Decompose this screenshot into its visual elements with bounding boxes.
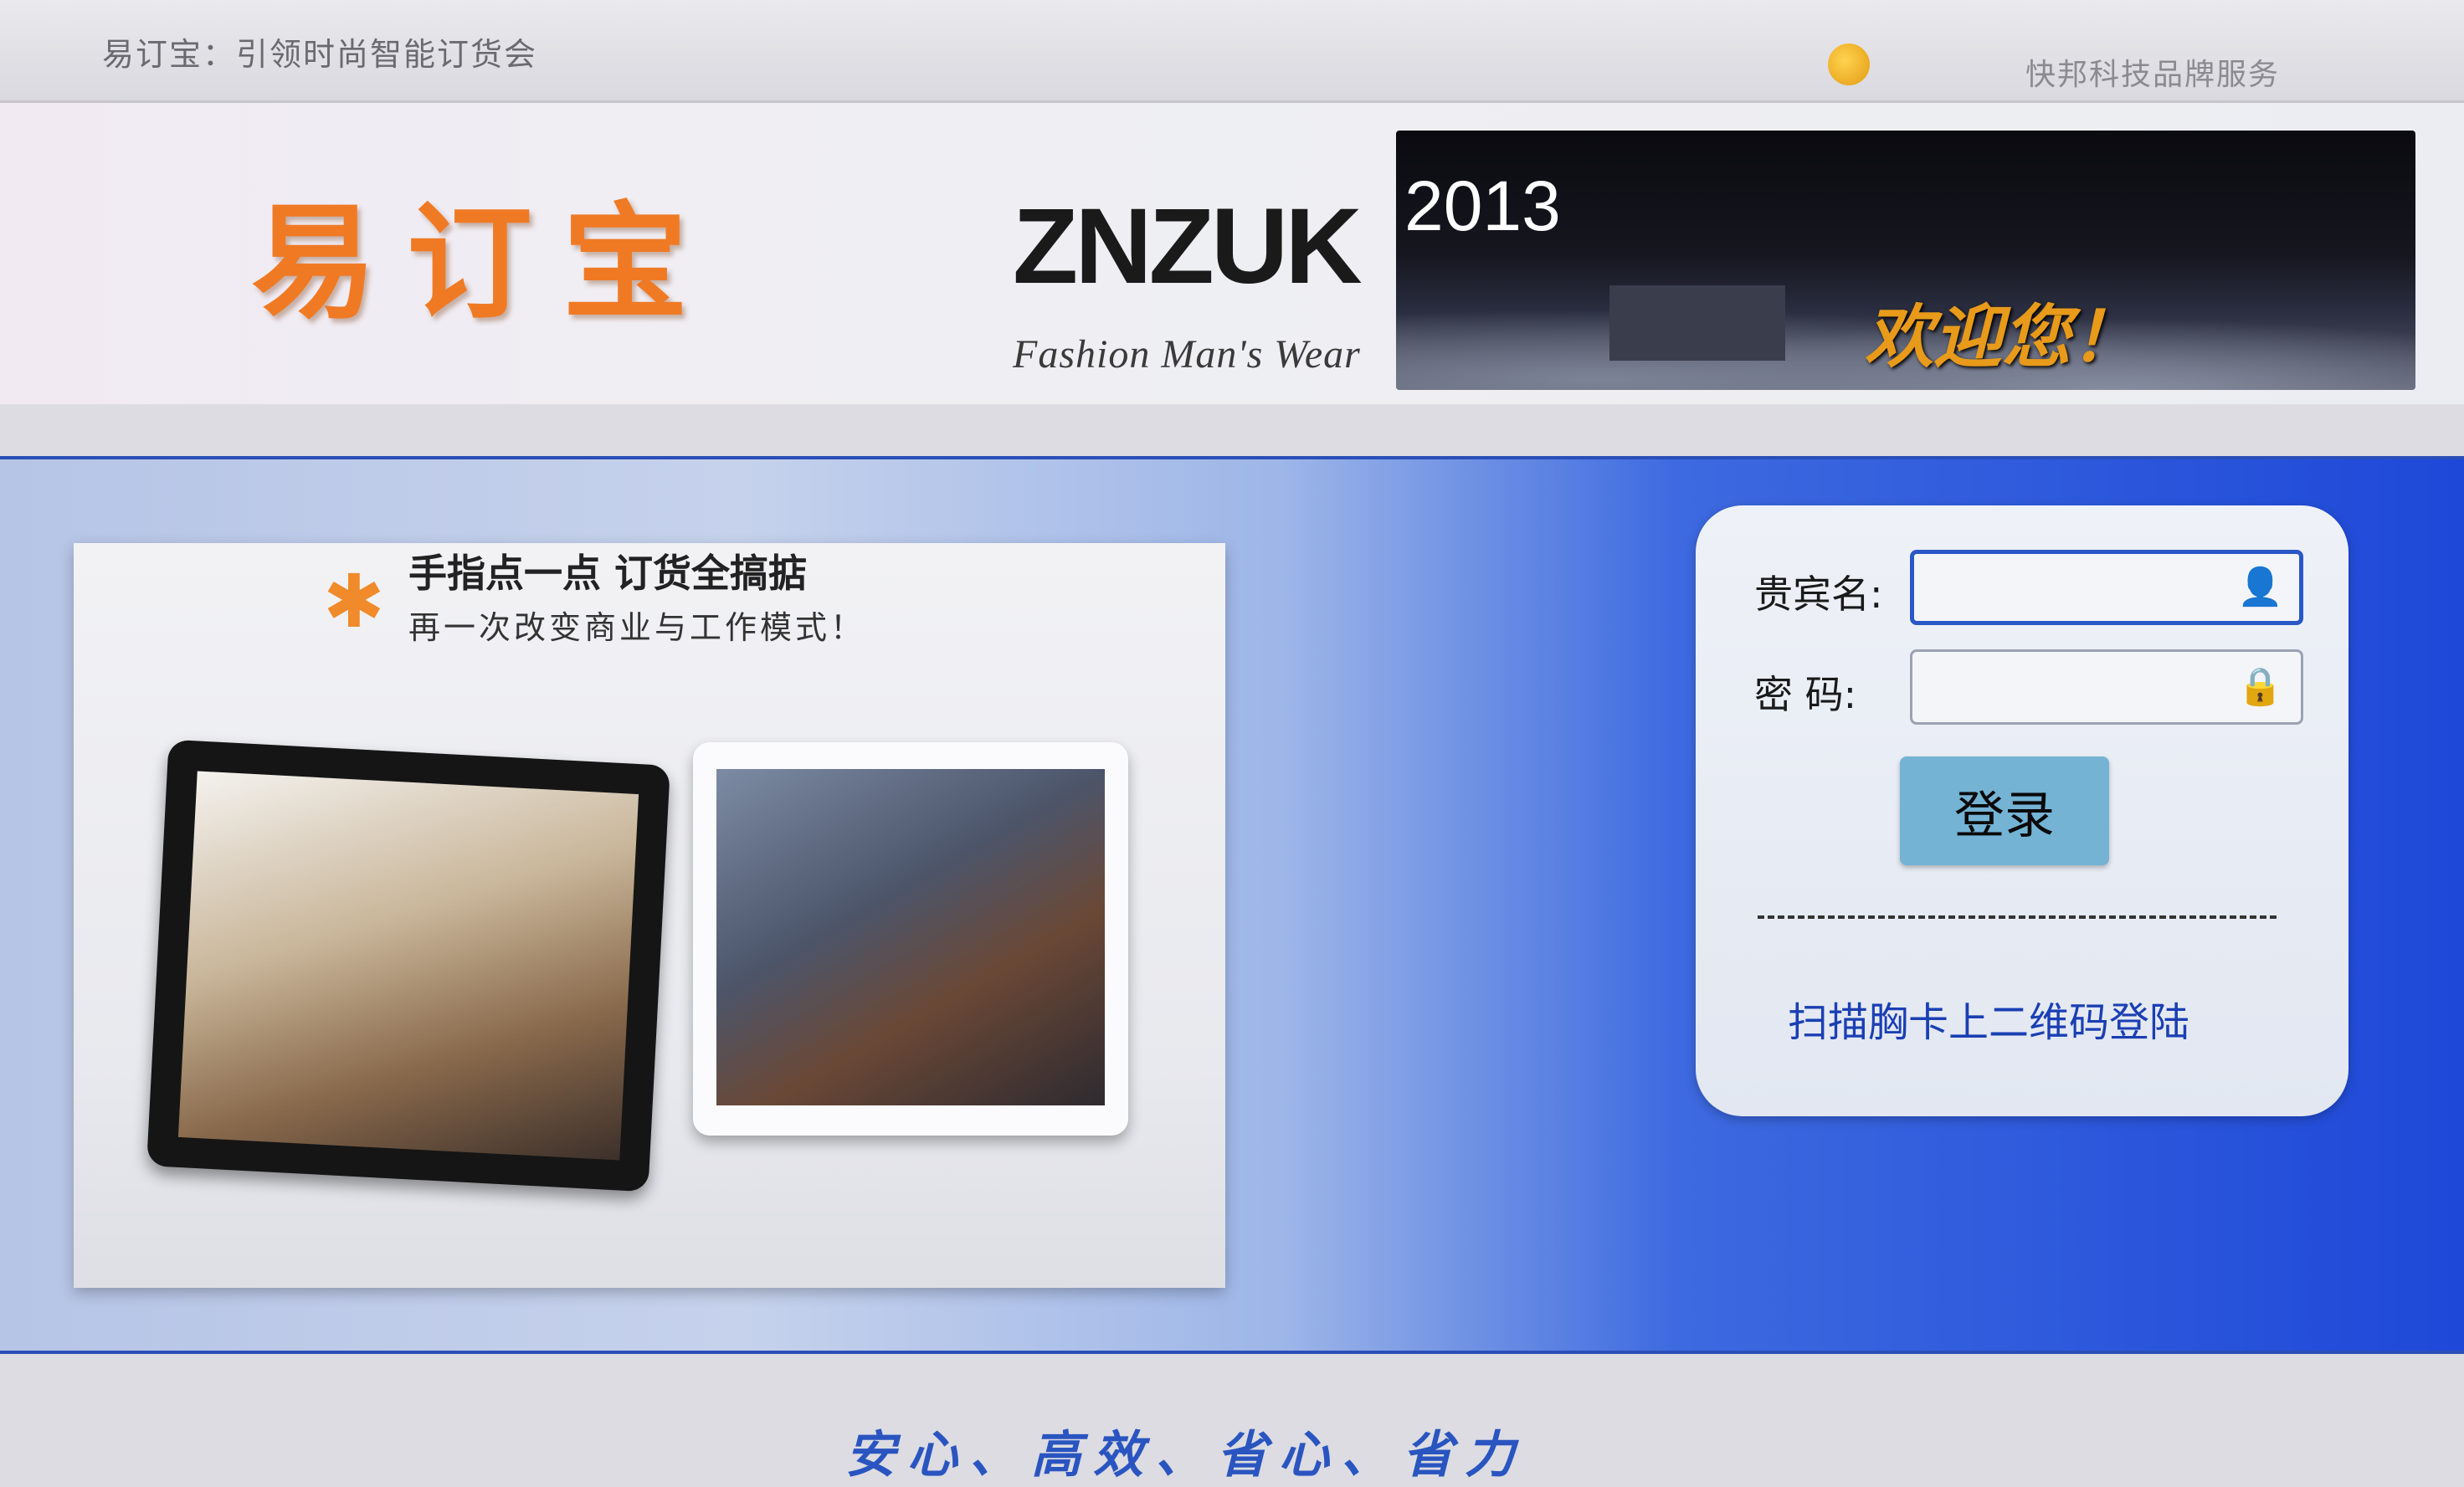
password-row: 🔒 <box>1696 649 2348 730</box>
main-panel: ✱ 手指点一点 订货全搞掂 再一次改变商业与工作模式！ 贵宾名: 👤 密 码: … <box>0 456 2464 1354</box>
login-button[interactable]: 登录 <box>1900 756 2109 865</box>
site-logo: 易订宝 <box>251 189 719 336</box>
welcome-banner: 2013 欢迎您！ <box>1396 131 2415 390</box>
lock-icon: 🔒 <box>2237 665 2283 708</box>
banner-year: 2013 <box>1404 167 1561 245</box>
promo-subtitle: 再一次改变商业与工作模式！ <box>408 609 866 646</box>
brand-subtitle: Fashion Man's Wear <box>1013 332 1361 377</box>
brand-logo: ZNZUK Fashion Man's Wear <box>1004 168 1398 419</box>
tablet-image-white <box>693 742 1128 1136</box>
user-icon: 👤 <box>2237 566 2283 608</box>
footer-slogan: 安心、高效、省心、省力 <box>845 1426 1527 1484</box>
tablet-screen-fashion-model <box>716 769 1105 1105</box>
banner-welcome-text: 欢迎您！ <box>1865 297 2139 377</box>
banner-dark-title <box>1609 285 1786 361</box>
site-tagline: 易订宝：引领时尚智能订货会 <box>102 36 538 73</box>
login-form: 贵宾名: 👤 密 码: 🔒 登录 扫描胸卡上二维码登陆 <box>1696 505 2348 1116</box>
brand-name: ZNZUK <box>1013 187 1363 306</box>
top-bar: 易订宝：引领时尚智能订货会 快邦科技品牌服务 <box>0 0 2464 103</box>
tablet-image-black <box>146 739 670 1192</box>
promo-card: ✱ 手指点一点 订货全搞掂 再一次改变商业与工作模式！ <box>74 543 1225 1288</box>
promo-title: 手指点一点 订货全搞掂 <box>408 551 808 596</box>
tablet-screen-woman-headset <box>177 771 639 1161</box>
qr-code-login-link[interactable]: 扫描胸卡上二维码登陆 <box>1788 989 2189 1048</box>
username-row: 👤 <box>1696 550 2348 630</box>
login-divider <box>1758 915 2277 919</box>
brand-service-link[interactable]: 快邦科技品牌服务 <box>2025 50 2280 94</box>
brand-service-icon <box>1828 44 1870 85</box>
star-icon: ✱ <box>323 558 385 644</box>
